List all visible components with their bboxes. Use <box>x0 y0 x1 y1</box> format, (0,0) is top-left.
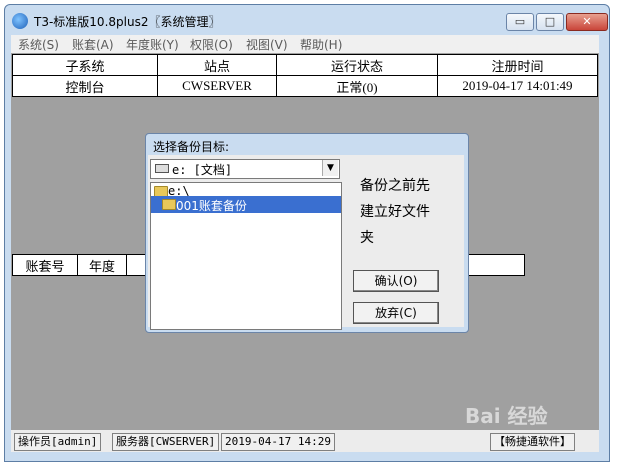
menu-help[interactable]: 帮助(H) <box>300 36 342 53</box>
status-datetime: 2019-04-17 14:29 <box>221 433 335 451</box>
menu-permission[interactable]: 权限(O) <box>190 36 233 53</box>
maximize-button[interactable]: □ <box>536 13 564 31</box>
column-header: 运行状态 <box>276 54 438 76</box>
table-cell: 2019-04-17 14:01:49 <box>437 75 598 97</box>
dialog-title: 选择备份目标: <box>153 140 230 154</box>
menu-year-account[interactable]: 年度账(Y) <box>126 36 179 53</box>
minimize-button[interactable]: ▭ <box>506 13 534 31</box>
chevron-down-icon[interactable]: ▼ <box>322 160 338 176</box>
menu-system[interactable]: 系统(S) <box>18 36 59 53</box>
drive-icon <box>155 164 169 173</box>
cancel-button[interactable]: 放弃(C) <box>353 302 439 324</box>
folder-open-icon <box>162 199 176 210</box>
table-cell: 正常(0) <box>276 75 438 97</box>
drive-select-value: e: [文档] <box>172 163 233 177</box>
table-row[interactable]: 控制台 CWSERVER 正常(0) 2019-04-17 14:01:49 <box>12 75 598 97</box>
tree-item-backup-folder[interactable]: 001账套备份 <box>176 197 247 214</box>
annotation-line: 夹 <box>360 230 374 246</box>
column-header: 年度 <box>77 254 127 276</box>
column-header: 子系统 <box>12 54 158 76</box>
confirm-button[interactable]: 确认(O) <box>353 270 439 292</box>
window-title: T3-标准版10.8plus2〖系统管理〗 <box>34 15 221 29</box>
column-header: 注册时间 <box>437 54 598 76</box>
app-logo-icon <box>12 13 28 29</box>
status-brand: 【畅捷通软件】 <box>490 433 575 451</box>
subsystem-table: 子系统 站点 运行状态 注册时间 控制台 CWSERVER 正常(0) 2019… <box>12 54 598 97</box>
table-header-row: 子系统 站点 运行状态 注册时间 <box>12 54 598 76</box>
column-header: 站点 <box>157 54 277 76</box>
menu-view[interactable]: 视图(V) <box>246 36 288 53</box>
status-server: 服务器[CWSERVER] <box>112 433 220 451</box>
annotation-line: 备份之前先 <box>360 178 430 194</box>
watermark: Bai 经验 <box>465 404 548 428</box>
table-cell: 控制台 <box>12 75 158 97</box>
close-button[interactable]: ✕ <box>566 13 608 31</box>
column-header: 账套号 <box>12 254 78 276</box>
table-cell: CWSERVER <box>157 75 277 97</box>
menu-account[interactable]: 账套(A) <box>72 36 114 53</box>
annotation-line: 建立好文件 <box>360 204 430 220</box>
status-operator: 操作员[admin] <box>14 433 102 451</box>
